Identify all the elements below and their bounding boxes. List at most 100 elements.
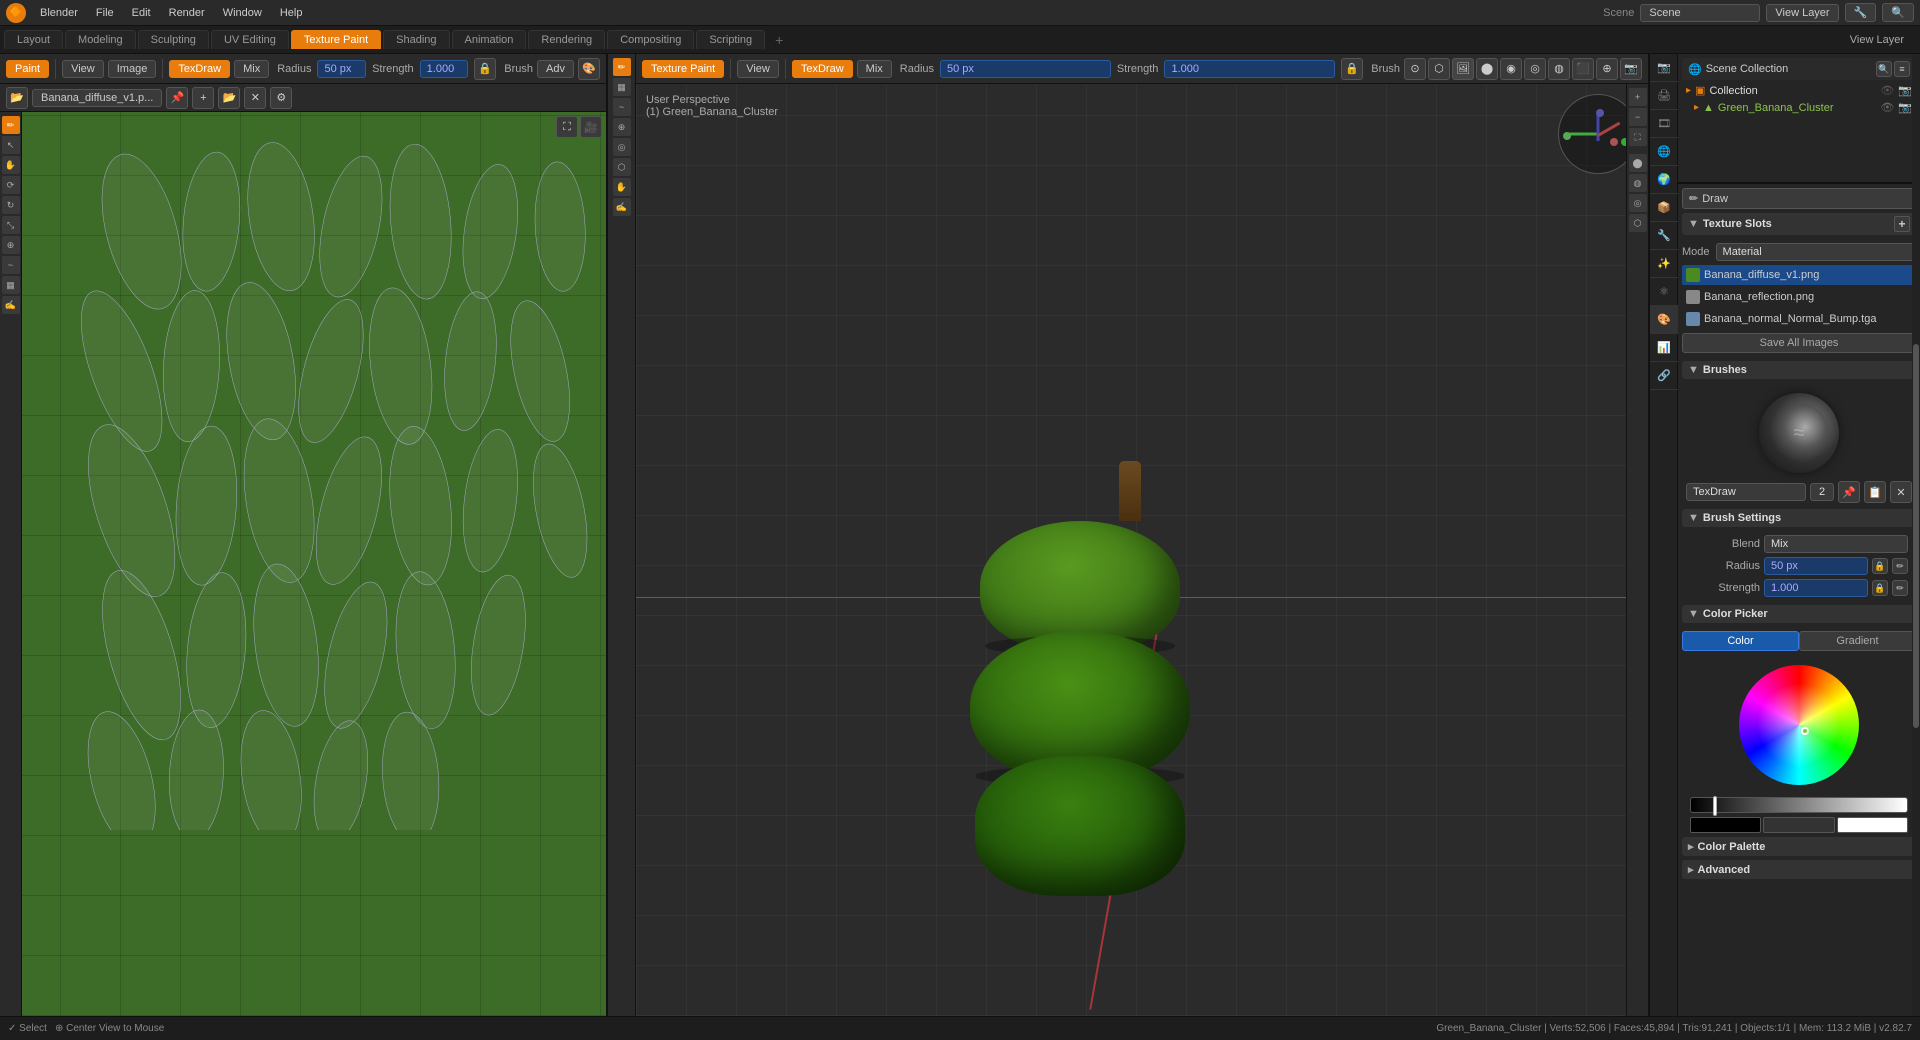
transform-tool[interactable]: ⟳ bbox=[2, 176, 20, 194]
texdraw-btn-right[interactable]: TexDraw bbox=[792, 60, 853, 78]
scale-tool[interactable]: ⤡ bbox=[2, 216, 20, 234]
image-props-btn[interactable]: ⚙ bbox=[270, 87, 292, 109]
menu-window[interactable]: Window bbox=[215, 5, 270, 21]
color-tab-gradient[interactable]: Gradient bbox=[1799, 631, 1916, 651]
material-btn[interactable]: ◍ bbox=[1548, 58, 1570, 80]
image-btn[interactable]: Image bbox=[108, 60, 157, 78]
scrollbar-thumb[interactable] bbox=[1913, 344, 1919, 729]
zoom-extents-tool[interactable]: ⛶ bbox=[1629, 128, 1647, 146]
camera-icon-btn[interactable]: 📷 bbox=[1620, 58, 1642, 80]
color-cursor[interactable] bbox=[1801, 727, 1809, 735]
add-texture-slot-btn[interactable]: + bbox=[1894, 216, 1910, 232]
world-props-icon[interactable]: 🌍 bbox=[1650, 166, 1678, 194]
swatch-dark[interactable] bbox=[1763, 817, 1834, 833]
search-btn[interactable]: 🔍 bbox=[1882, 3, 1914, 22]
center-fill-tool[interactable]: ▦ bbox=[613, 78, 631, 96]
tab-sculpting[interactable]: Sculpting bbox=[138, 30, 209, 49]
strength-input-right[interactable]: 1.000 bbox=[1164, 60, 1335, 78]
brush-copy-btn[interactable]: 📋 bbox=[1864, 481, 1886, 503]
render-props-icon[interactable]: 📷 bbox=[1650, 54, 1678, 82]
blend-selector-right[interactable]: Mix bbox=[857, 60, 892, 78]
overlay-btn[interactable]: ⬛ bbox=[1572, 58, 1594, 80]
center-draw-tool[interactable]: ✏ bbox=[613, 58, 631, 76]
swatch-white[interactable] bbox=[1837, 817, 1908, 833]
engine-selector[interactable]: 🔧 bbox=[1845, 3, 1877, 22]
constraint-props-icon[interactable]: 🔗 bbox=[1650, 362, 1678, 390]
mode-select[interactable]: Material bbox=[1716, 243, 1916, 261]
tab-shading[interactable]: Shading bbox=[383, 30, 449, 49]
texture-slot-normal[interactable]: Banana_normal_Normal_Bump.tga bbox=[1682, 309, 1916, 329]
gizmo-y-dot[interactable] bbox=[1610, 138, 1618, 146]
modifier-props-icon[interactable]: 🔧 bbox=[1650, 222, 1678, 250]
menu-edit[interactable]: Edit bbox=[124, 5, 159, 21]
center-smooth-tool[interactable]: ◎ bbox=[613, 138, 631, 156]
center-grab-tool[interactable]: ✋ bbox=[613, 178, 631, 196]
grab-tool[interactable]: ✋ bbox=[2, 156, 20, 174]
texture-paint-mode-btn[interactable]: Texture Paint bbox=[642, 60, 724, 78]
solid-btn[interactable]: ⬤ bbox=[1476, 58, 1498, 80]
render-mode-tool[interactable]: ⬤ bbox=[1629, 154, 1647, 172]
tab-modeling[interactable]: Modeling bbox=[65, 30, 136, 49]
strength-prop-value[interactable]: 1.000 bbox=[1764, 579, 1868, 597]
render-icon[interactable]: 📷 bbox=[1898, 84, 1912, 97]
brush-name-input[interactable]: TexDraw bbox=[1686, 483, 1806, 501]
filter-outliner-btn[interactable]: 🔍 bbox=[1876, 61, 1892, 77]
color-palette-header[interactable]: ▸ Color Palette bbox=[1682, 837, 1916, 856]
swatch-black[interactable] bbox=[1690, 817, 1761, 833]
annotate-tool[interactable]: ✍ bbox=[2, 296, 20, 314]
palette-btn[interactable]: 🎨 bbox=[578, 58, 600, 80]
center-smear-tool[interactable]: ~ bbox=[613, 98, 631, 116]
center-clone-tool[interactable]: ⊕ bbox=[613, 118, 631, 136]
3d-viewport[interactable]: User Perspective (1) Green_Banana_Cluste… bbox=[636, 84, 1648, 1016]
brush-delete-btn[interactable]: ✕ bbox=[1890, 481, 1912, 503]
image-name[interactable]: Banana_diffuse_v1.p... bbox=[32, 89, 162, 107]
image-pin-btn[interactable]: 📌 bbox=[166, 87, 188, 109]
center-mask-tool[interactable]: ⬡ bbox=[613, 158, 631, 176]
brightness-handle[interactable] bbox=[1713, 796, 1717, 816]
clone-tool[interactable]: ⊕ bbox=[2, 236, 20, 254]
zoom-out-tool[interactable]: − bbox=[1629, 108, 1647, 126]
tab-scripting[interactable]: Scripting bbox=[696, 30, 765, 49]
gizmo-x-dot[interactable] bbox=[1563, 132, 1571, 140]
blend-select[interactable]: Mix bbox=[1764, 535, 1908, 553]
draw-tool[interactable]: ✏ bbox=[2, 116, 20, 134]
rendered2-btn[interactable]: ◎ bbox=[1524, 58, 1546, 80]
gizmo-btn[interactable]: ⊕ bbox=[1596, 58, 1618, 80]
tab-texture-paint[interactable]: Texture Paint bbox=[291, 30, 381, 49]
brushes-header[interactable]: ▼ Brushes bbox=[1682, 361, 1916, 379]
symmetry-btn[interactable]: ⬡ bbox=[1428, 58, 1450, 80]
show-texture-btn[interactable]: 🖼 bbox=[1452, 58, 1474, 80]
view-layer-btn[interactable]: View Layer bbox=[1766, 4, 1838, 22]
color-wheel[interactable] bbox=[1739, 665, 1859, 785]
browse-image-btn[interactable]: 📂 bbox=[6, 87, 28, 109]
tab-add[interactable]: + bbox=[767, 29, 791, 51]
menu-render[interactable]: Render bbox=[161, 5, 213, 21]
texture-slot-reflection[interactable]: Banana_reflection.png bbox=[1682, 287, 1916, 307]
brush-cursor-btn[interactable]: ⊙ bbox=[1404, 58, 1426, 80]
wire-mode-tool[interactable]: ⬡ bbox=[1629, 214, 1647, 232]
fullscreen-btn[interactable]: ⛶ bbox=[556, 116, 578, 138]
tab-compositing[interactable]: Compositing bbox=[607, 30, 694, 49]
properties-scrollbar[interactable] bbox=[1912, 54, 1920, 1016]
tab-rendering[interactable]: Rendering bbox=[528, 30, 605, 49]
blend-selector-left[interactable]: Mix bbox=[234, 60, 269, 78]
fill-tool[interactable]: ▦ bbox=[2, 276, 20, 294]
tab-layout[interactable]: Layout bbox=[4, 30, 63, 49]
strength-lock-btn[interactable]: 🔒 bbox=[1872, 580, 1888, 596]
advanced-header[interactable]: ▸ Advanced bbox=[1682, 860, 1916, 879]
brush-num[interactable]: 2 bbox=[1810, 483, 1834, 501]
eye-icon-2[interactable]: 👁 bbox=[1880, 101, 1894, 114]
color-picker-header[interactable]: ▼ Color Picker bbox=[1682, 605, 1916, 623]
radius-pen-btn[interactable]: ✏ bbox=[1892, 558, 1908, 574]
gizmo-z-dot[interactable] bbox=[1596, 109, 1604, 117]
radius-prop-value[interactable]: 50 px bbox=[1764, 557, 1868, 575]
rotate-tool[interactable]: ↻ bbox=[2, 196, 20, 214]
camera-btn[interactable]: 🎥 bbox=[580, 116, 602, 138]
strength-pen-btn[interactable]: ✏ bbox=[1892, 580, 1908, 596]
object-props-icon[interactable]: 📦 bbox=[1650, 194, 1678, 222]
tab-animation[interactable]: Animation bbox=[452, 30, 527, 49]
menu-file[interactable]: File bbox=[88, 5, 122, 21]
smear-tool[interactable]: ~ bbox=[2, 256, 20, 274]
radius-lock-btn[interactable]: 🔒 bbox=[1872, 558, 1888, 574]
rendered-btn[interactable]: ◉ bbox=[1500, 58, 1522, 80]
